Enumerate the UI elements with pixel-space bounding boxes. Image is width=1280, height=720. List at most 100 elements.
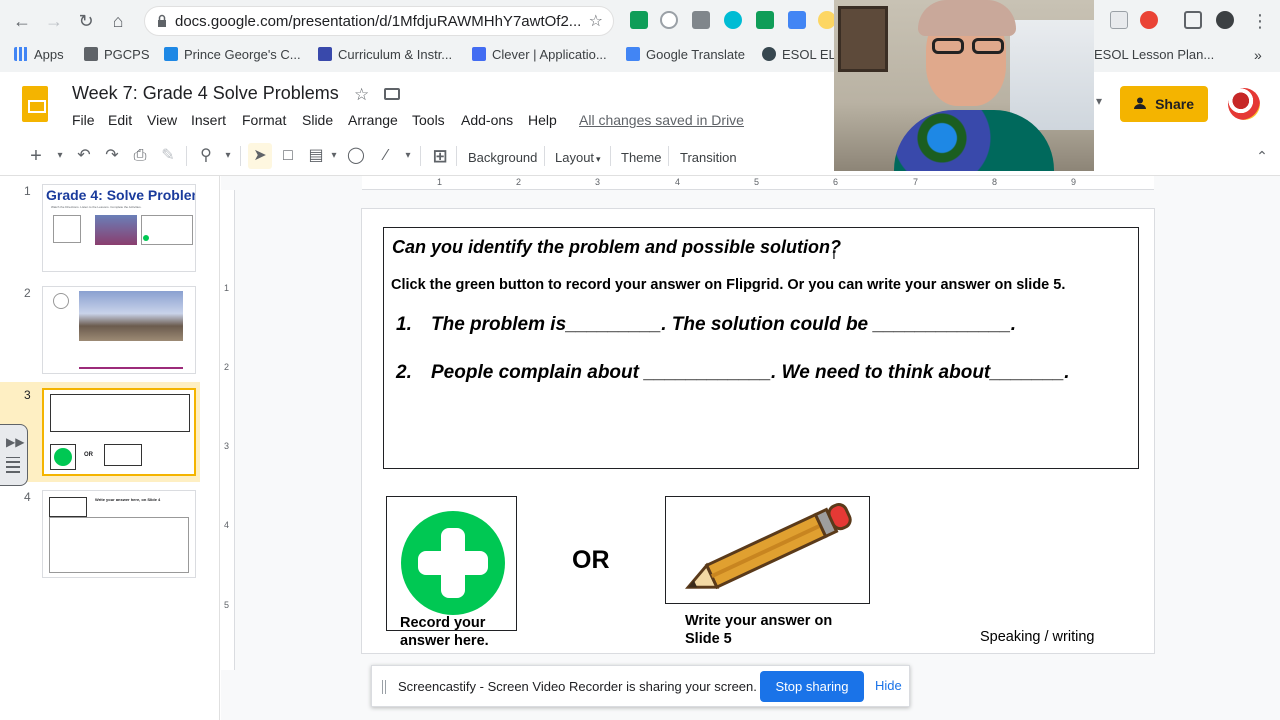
avatar[interactable] (1228, 88, 1260, 120)
menu-arrange[interactable]: Arrange (348, 112, 398, 128)
bookmark-prince-georges[interactable]: Prince George's C... (164, 47, 301, 62)
transition-button[interactable]: Transition (680, 148, 737, 168)
bookmark-label: PGCPS (104, 47, 150, 62)
save-status[interactable]: All changes saved in Drive (579, 112, 744, 128)
bookmark-label: ESOL Lesson Plan... (1094, 47, 1215, 62)
profile-icon[interactable] (1216, 11, 1234, 29)
question-text-box[interactable] (383, 227, 1139, 469)
redo-icon[interactable]: ↷ (102, 146, 122, 166)
bookmark-clever[interactable]: Clever | Applicatio... (472, 47, 607, 62)
slide-number: 1 (24, 184, 31, 198)
menu-format[interactable]: Format (242, 112, 286, 128)
bookmark-label: ESOL EL (782, 47, 836, 62)
select-cursor-icon[interactable]: ➤ (248, 143, 272, 169)
image-dropdown-icon[interactable]: ▾ (324, 146, 344, 166)
hide-button[interactable]: Hide (875, 678, 902, 693)
person-icon (1134, 97, 1146, 109)
ruler-number: 5 (754, 177, 760, 187)
rss-extension-icon[interactable] (756, 11, 774, 29)
slide-thumbnail-4[interactable]: Write your answer here, on Slide 4 (42, 490, 196, 578)
print-icon[interactable]: ⎙ (130, 146, 150, 166)
add-comment-icon[interactable]: ⊞ (430, 146, 450, 166)
globe-icon (762, 47, 776, 61)
background-button[interactable]: Background (468, 148, 537, 168)
star-icon[interactable]: ☆ (354, 85, 369, 105)
slide-number: 2 (24, 286, 31, 300)
bookmark-curriculum[interactable]: Curriculum & Instr... (318, 47, 452, 62)
problem-solution-prompt: The problem is_________. The solution co… (431, 314, 1017, 335)
speaking-writing-footer: Speaking / writing (980, 629, 1095, 645)
image-icon[interactable]: ▤ (306, 146, 326, 166)
toolbar-divider (456, 146, 457, 166)
bookmark-label: Apps (34, 47, 64, 62)
g-extension-icon[interactable] (692, 11, 710, 29)
help-extension-icon[interactable] (660, 11, 678, 29)
menu-file[interactable]: File (72, 112, 95, 128)
green-plus-button-icon[interactable] (400, 510, 506, 616)
hair-image (918, 0, 1016, 36)
share-label: Share (1155, 96, 1194, 112)
menu-insert[interactable]: Insert (191, 112, 226, 128)
screencastify-side-tab[interactable]: ▶▶ (0, 424, 28, 486)
slide-thumbnail-2[interactable] (42, 286, 196, 374)
browser-menu-icon[interactable]: ⋮ (1248, 9, 1272, 33)
new-slide-icon[interactable]: + (26, 146, 46, 166)
bookmark-star-icon[interactable]: ☆ (589, 11, 603, 31)
bookmark-pgcps[interactable]: PGCPS (84, 47, 150, 62)
screencastify-extension-icon[interactable] (1140, 11, 1158, 29)
present-dropdown-icon[interactable]: ▾ (1096, 94, 1102, 108)
extension-icon[interactable] (724, 11, 742, 29)
theme-button[interactable]: Theme (621, 148, 661, 168)
back-arrow-icon[interactable]: ← (10, 9, 34, 33)
address-bar[interactable]: docs.google.com/presentation/d/1MfdjuRAW… (144, 6, 614, 36)
cast-icon[interactable] (1184, 11, 1202, 29)
translate-extension-icon[interactable] (788, 11, 806, 29)
instruction-text: Click the green button to record your an… (391, 277, 1066, 293)
slide-thumbnail-3[interactable]: OR (42, 388, 196, 476)
share-message: Screencastify - Screen Video Recorder is… (398, 679, 757, 694)
bookmark-esol-lesson-plan[interactable]: ESOL Lesson Plan... (1094, 47, 1214, 62)
reload-icon[interactable]: ↻ (74, 9, 98, 33)
zoom-icon[interactable]: ⚲ (196, 146, 216, 166)
classroom-extension-icon[interactable] (630, 11, 648, 29)
menu-add-ons[interactable]: Add-ons (461, 112, 513, 128)
extension-icon[interactable] (1110, 11, 1128, 29)
text-box-icon[interactable]: □ (278, 146, 298, 166)
menu-edit[interactable]: Edit (108, 112, 132, 128)
share-button[interactable]: Share (1120, 86, 1208, 122)
new-slide-dropdown-icon[interactable]: ▾ (50, 146, 70, 166)
bookmark-apps[interactable]: Apps (14, 47, 64, 62)
folder-icon (84, 47, 98, 61)
drag-handle-icon[interactable] (382, 680, 386, 694)
forward-arrow-icon[interactable]: → (42, 9, 66, 33)
stop-sharing-button[interactable]: Stop sharing (760, 671, 864, 702)
ruler-number: 4 (224, 520, 230, 530)
line-dropdown-icon[interactable]: ▾ (398, 146, 418, 166)
bookmark-esol-el[interactable]: ESOL EL (762, 47, 836, 62)
thumbnail-image (53, 215, 81, 243)
move-folder-icon[interactable] (384, 88, 400, 100)
record-label: Record your (400, 615, 486, 631)
paint-format-icon[interactable]: ✎ (158, 146, 178, 166)
slides-logo-icon[interactable] (22, 86, 48, 122)
bookmarks-overflow-icon[interactable]: » (1254, 47, 1262, 63)
zoom-dropdown-icon[interactable]: ▾ (218, 146, 238, 166)
thumbnail-title: Grade 4: Solve Problems (46, 187, 196, 203)
menu-help[interactable]: Help (528, 112, 557, 128)
slide-thumbnail-1[interactable]: Grade 4: Solve Problems Watch the Direct… (42, 184, 196, 272)
document-title[interactable]: Week 7: Grade 4 Solve Problems (72, 83, 339, 104)
thumbnail-text-block (79, 343, 183, 369)
collapse-toolbar-icon[interactable]: ⌃ (1252, 146, 1272, 166)
bookmark-google-translate[interactable]: Google Translate (626, 47, 745, 62)
home-icon[interactable]: ⌂ (106, 9, 130, 33)
line-icon[interactable]: ∕ (376, 146, 396, 166)
menu-tools[interactable]: Tools (412, 112, 445, 128)
url-text: docs.google.com/presentation/d/1MfdjuRAW… (175, 13, 582, 30)
ruler-number: 6 (833, 177, 839, 187)
layout-button[interactable]: Layout ▾ (555, 148, 601, 169)
shape-icon[interactable]: ◯ (346, 146, 366, 166)
undo-icon[interactable]: ↶ (74, 146, 94, 166)
vertical-ruler[interactable] (221, 190, 235, 670)
menu-slide[interactable]: Slide (302, 112, 333, 128)
menu-view[interactable]: View (147, 112, 177, 128)
